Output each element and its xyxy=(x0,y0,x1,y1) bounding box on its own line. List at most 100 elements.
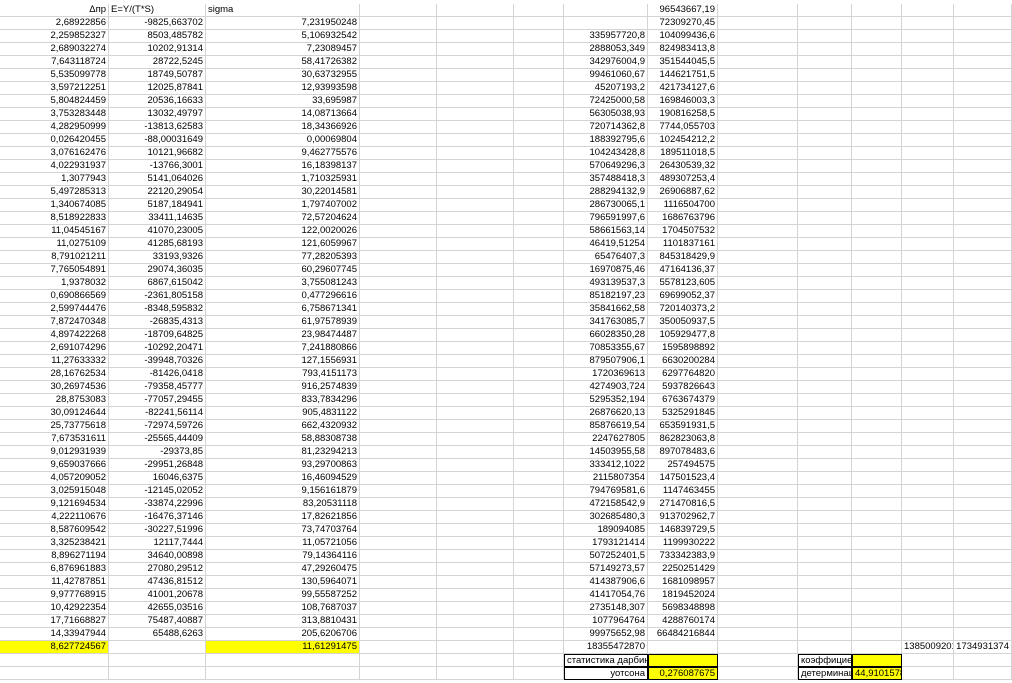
cell-sigma[interactable]: 3,755081243 xyxy=(206,277,360,290)
cell[interactable] xyxy=(954,550,1012,563)
cell[interactable] xyxy=(852,485,902,498)
cell-delta[interactable]: 11,0275109 xyxy=(0,238,109,251)
cell[interactable] xyxy=(902,186,954,199)
header-sigma[interactable]: sigma xyxy=(206,4,360,17)
cell[interactable] xyxy=(718,667,798,680)
cell-sigma[interactable]: 81,23294213 xyxy=(206,446,360,459)
cell[interactable] xyxy=(718,56,798,69)
cell[interactable] xyxy=(360,368,437,381)
cell-sigma[interactable]: 17,82621856 xyxy=(206,511,360,524)
cell[interactable] xyxy=(718,251,798,264)
cell[interactable] xyxy=(514,199,564,212)
cell[interactable] xyxy=(437,134,514,147)
cell[interactable] xyxy=(514,602,564,615)
cell[interactable] xyxy=(954,186,1012,199)
cell-g[interactable]: 99461060,67 xyxy=(564,69,648,82)
cell[interactable] xyxy=(109,654,206,667)
cell[interactable] xyxy=(437,342,514,355)
cell[interactable] xyxy=(798,238,852,251)
cell[interactable] xyxy=(718,615,798,628)
cell[interactable] xyxy=(902,329,954,342)
cell-e[interactable]: -26835,4313 xyxy=(109,316,206,329)
cell[interactable] xyxy=(852,264,902,277)
cell-delta[interactable]: 8,518922833 xyxy=(0,212,109,225)
cell[interactable] xyxy=(902,4,954,17)
cell[interactable] xyxy=(718,173,798,186)
cell[interactable] xyxy=(954,4,1012,17)
cell[interactable] xyxy=(798,17,852,30)
cell-h[interactable]: 913702962,7 xyxy=(648,511,718,524)
cell-h[interactable]: 7744,055703 xyxy=(648,121,718,134)
cell-sigma[interactable]: 0,477296616 xyxy=(206,290,360,303)
cell-e[interactable]: -9825,663702 xyxy=(109,17,206,30)
cell[interactable] xyxy=(798,342,852,355)
cell[interactable] xyxy=(902,420,954,433)
cell-delta[interactable]: 9,659037666 xyxy=(0,459,109,472)
cell[interactable] xyxy=(718,329,798,342)
cell[interactable] xyxy=(360,43,437,56)
cell-e[interactable]: -18709,64825 xyxy=(109,329,206,342)
cell[interactable] xyxy=(798,173,852,186)
cell[interactable] xyxy=(852,160,902,173)
cell-sigma[interactable]: 313,8810431 xyxy=(206,615,360,628)
cell[interactable] xyxy=(0,667,109,680)
cell[interactable] xyxy=(718,407,798,420)
cell[interactable] xyxy=(954,498,1012,511)
cell-e[interactable]: -33874,22996 xyxy=(109,498,206,511)
cell-delta[interactable]: 17,71668827 xyxy=(0,615,109,628)
cell[interactable] xyxy=(798,550,852,563)
cell[interactable] xyxy=(360,667,437,680)
cell[interactable] xyxy=(437,212,514,225)
cell-g[interactable]: 58661563,14 xyxy=(564,225,648,238)
cell[interactable] xyxy=(437,160,514,173)
cell-e[interactable]: 33411,14635 xyxy=(109,212,206,225)
cell-delta[interactable]: 5,497285313 xyxy=(0,186,109,199)
cell-e[interactable]: 75487,40887 xyxy=(109,615,206,628)
cell[interactable] xyxy=(360,225,437,238)
cell[interactable] xyxy=(437,615,514,628)
cell[interactable] xyxy=(360,576,437,589)
cell[interactable] xyxy=(718,225,798,238)
cell[interactable] xyxy=(360,407,437,420)
cell[interactable] xyxy=(954,576,1012,589)
cell[interactable] xyxy=(852,407,902,420)
cell[interactable] xyxy=(514,303,564,316)
cell-g[interactable]: 342976004,9 xyxy=(564,56,648,69)
cell-delta[interactable]: 28,16762534 xyxy=(0,368,109,381)
cell[interactable] xyxy=(798,472,852,485)
cell-g[interactable]: 2888053,349 xyxy=(564,43,648,56)
cell-delta[interactable]: 7,765054891 xyxy=(0,264,109,277)
cell-delta[interactable]: 9,121694534 xyxy=(0,498,109,511)
cell[interactable] xyxy=(954,277,1012,290)
cell[interactable] xyxy=(798,355,852,368)
cell[interactable] xyxy=(564,4,648,17)
cell[interactable] xyxy=(902,173,954,186)
cell[interactable] xyxy=(718,537,798,550)
cell[interactable] xyxy=(902,82,954,95)
cell[interactable] xyxy=(902,30,954,43)
cell[interactable] xyxy=(360,147,437,160)
cell-h[interactable]: 1819452024 xyxy=(648,589,718,602)
cell-delta[interactable]: 4,022931937 xyxy=(0,160,109,173)
cell[interactable] xyxy=(798,43,852,56)
cell-h[interactable]: 897078483,6 xyxy=(648,446,718,459)
cell[interactable] xyxy=(954,121,1012,134)
cell[interactable] xyxy=(514,420,564,433)
cell[interactable] xyxy=(798,316,852,329)
cell[interactable] xyxy=(437,303,514,316)
cell[interactable] xyxy=(437,290,514,303)
cell-sigma[interactable]: 7,231950248 xyxy=(206,17,360,30)
cell-e[interactable]: 6867,615042 xyxy=(109,277,206,290)
cell[interactable] xyxy=(852,4,902,17)
cell[interactable] xyxy=(514,472,564,485)
cell[interactable] xyxy=(852,537,902,550)
cell-g[interactable]: 796591997,6 xyxy=(564,212,648,225)
cell-g[interactable]: 357488418,3 xyxy=(564,173,648,186)
cell[interactable] xyxy=(798,251,852,264)
cell[interactable] xyxy=(902,615,954,628)
cell-delta[interactable]: 2,691074296 xyxy=(0,342,109,355)
cell[interactable] xyxy=(360,498,437,511)
cell-extra-l[interactable]: 1734931374 xyxy=(954,641,1012,654)
cell[interactable] xyxy=(954,95,1012,108)
cell-g[interactable]: 35841662,58 xyxy=(564,303,648,316)
